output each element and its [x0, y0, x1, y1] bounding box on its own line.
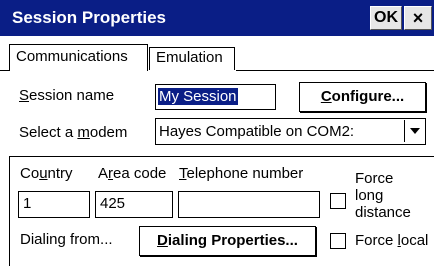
select-modem-label: Select a modem [19, 124, 128, 141]
force-long-distance-checkbox[interactable] [330, 193, 346, 209]
tab-divider [0, 70, 9, 71]
telephone-input[interactable] [178, 191, 320, 218]
ok-button[interactable]: OK [370, 6, 402, 30]
force-long-distance-label: Force long distance [355, 170, 411, 221]
force-local-checkbox[interactable] [330, 233, 346, 249]
modem-dropdown[interactable]: Hayes Compatible on COM2: [155, 118, 426, 145]
tab-divider [236, 70, 434, 71]
force-local-label: Force local [355, 232, 429, 249]
dialing-properties-button[interactable]: Dialing Properties... [139, 226, 316, 256]
telephone-label: Telephone number [179, 165, 304, 182]
close-icon: × [412, 8, 424, 28]
session-name-value: My Session [158, 88, 238, 105]
close-button[interactable]: × [404, 6, 432, 30]
window-title: Session Properties [12, 8, 167, 27]
session-name-input[interactable]: My Session [155, 84, 276, 110]
session-name-label: Session name [19, 87, 115, 104]
dialing-from-label: Dialing from... [20, 231, 113, 248]
country-input[interactable]: 1 [18, 191, 90, 218]
area-code-label: Area code [98, 165, 167, 182]
area-code-input[interactable]: 425 [95, 191, 173, 218]
tab-communications[interactable]: Communications [9, 44, 148, 71]
title-bar: Session Properties OK × [0, 0, 434, 36]
modem-selected-value: Hayes Compatible on COM2: [159, 123, 355, 140]
session-properties-window: Session Properties OK × Communications E… [0, 0, 434, 266]
configure-button[interactable]: Configure... [299, 82, 426, 112]
country-label: Country [20, 165, 73, 182]
chevron-down-icon[interactable] [404, 120, 424, 142]
tab-emulation[interactable]: Emulation [149, 47, 235, 70]
